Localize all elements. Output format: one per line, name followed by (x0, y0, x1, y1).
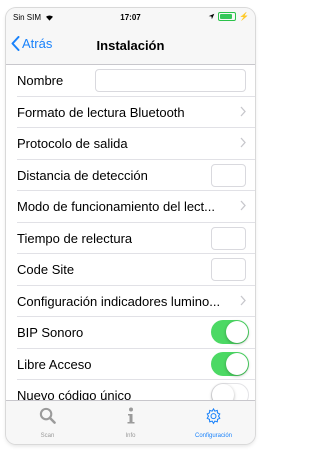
nombre-input[interactable] (95, 69, 246, 92)
tab-scan[interactable]: Scan (6, 401, 89, 444)
chevron-right-icon (240, 137, 246, 148)
chevron-right-icon (240, 295, 246, 305)
status-right: ⚡ (208, 12, 249, 21)
tab-info[interactable]: Info (89, 401, 172, 444)
row-label: BIP Sonoro (17, 325, 84, 341)
code-site-input[interactable] (211, 258, 246, 281)
charging-icon: ⚡ (239, 12, 249, 21)
phone-screen: Sin SIM 17:07 ⚡ Atrás Instalación Nombre… (6, 8, 255, 444)
tab-label: Info (125, 433, 136, 439)
settings-list: Nombre Formato de lectura Bluetooth Prot… (6, 65, 255, 412)
row-modo-funcionamiento[interactable]: Modo de funcionamiento del lect... (6, 191, 255, 223)
row-distancia-deteccion: Distancia de detección (6, 160, 255, 192)
row-label: Libre Acceso (17, 356, 92, 372)
row-bip-sonoro: BIP Sonoro (6, 317, 255, 349)
row-code-site: Code Site (6, 254, 255, 286)
gear-icon (172, 407, 255, 426)
row-label: Tiempo de relectura (17, 230, 133, 246)
chevron-right-icon (240, 200, 246, 211)
row-libre-acceso: Libre Acceso (6, 349, 255, 381)
location-arrow-icon (208, 13, 215, 20)
row-formato-lectura[interactable]: Formato de lectura Bluetooth (6, 97, 255, 129)
battery-icon (218, 12, 237, 21)
row-tiempo-relectura: Tiempo de relectura (6, 223, 255, 255)
row-label: Code Site (17, 262, 75, 278)
row-nombre: Nombre (6, 65, 255, 97)
row-protocolo-salida[interactable]: Protocolo de salida (6, 128, 255, 160)
distancia-input[interactable] (211, 163, 246, 187)
row-label: Distancia de detección (17, 167, 148, 183)
row-label: Nombre (17, 73, 64, 89)
search-icon (6, 407, 89, 424)
chevron-right-icon (240, 106, 246, 116)
page-title: Instalación (96, 38, 165, 53)
tab-bar: Scan Info Configuración (6, 400, 255, 444)
tab-label: Configuración (194, 433, 233, 439)
info-icon (89, 407, 172, 425)
row-label: Protocolo de salida (17, 136, 128, 152)
tab-configuracion[interactable]: Configuración (172, 401, 255, 444)
row-label: Formato de lectura Bluetooth (17, 104, 185, 120)
status-bar: Sin SIM 17:07 ⚡ (6, 8, 255, 26)
tab-label: Scan (40, 433, 55, 439)
bip-sonoro-toggle[interactable] (211, 320, 249, 344)
row-label: Modo de funcionamiento del lect... (17, 199, 216, 215)
tiempo-input[interactable] (211, 226, 246, 250)
row-indicadores-luminosos[interactable]: Configuración indicadores lumino... (6, 286, 255, 318)
libre-acceso-toggle[interactable] (211, 351, 249, 376)
navigation-bar: Atrás Instalación (6, 26, 255, 65)
row-label: Configuración indicadores lumino... (17, 293, 221, 309)
